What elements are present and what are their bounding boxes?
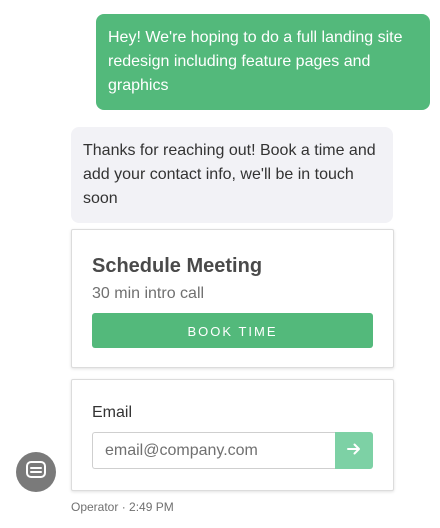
meeting-subtitle: 30 min intro call bbox=[92, 285, 205, 302]
user-message: Hey! We're hoping to do a full landing s… bbox=[96, 14, 430, 110]
email-card: Email bbox=[71, 379, 394, 491]
operator-message: Thanks for reaching out! Book a time and… bbox=[71, 127, 393, 223]
email-submit-button[interactable] bbox=[335, 432, 373, 469]
operator-timestamp: Operator · 2:49 PM bbox=[71, 500, 174, 514]
arrow-right-icon bbox=[346, 441, 362, 460]
chat-bubble-icon bbox=[24, 458, 48, 487]
book-time-button[interactable]: BOOK TIME bbox=[92, 313, 373, 348]
meeting-title: Schedule Meeting bbox=[92, 255, 263, 277]
email-label: Email bbox=[92, 404, 133, 421]
operator-avatar bbox=[16, 452, 56, 492]
chat-window: Hey! We're hoping to do a full landing s… bbox=[0, 0, 440, 528]
email-field[interactable] bbox=[92, 432, 335, 469]
schedule-meeting-card: Schedule Meeting 30 min intro call BOOK … bbox=[71, 229, 394, 368]
